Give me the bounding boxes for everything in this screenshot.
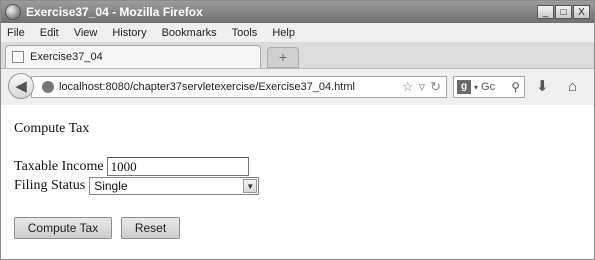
compute-tax-button[interactable]: Compute Tax	[14, 217, 112, 239]
menu-history[interactable]: History	[112, 27, 146, 39]
browser-window: Exercise37_04 - Mozilla Firefox _ □ X Fi…	[0, 0, 595, 260]
globe-icon	[42, 81, 54, 93]
search-engine-dropdown-icon[interactable]: ▾	[474, 83, 478, 92]
income-row: Taxable Income	[14, 157, 249, 176]
search-icon[interactable]: ⚲	[511, 80, 520, 94]
url-text[interactable]: localhost:8080/chapter37servletexercise/…	[59, 81, 402, 93]
menu-view[interactable]: View	[74, 27, 98, 39]
page-title: Compute Tax	[14, 121, 90, 136]
status-label: Filing Status	[14, 178, 86, 193]
reload-icon[interactable]: ↻	[430, 79, 441, 95]
chevron-down-icon[interactable]: ▼	[243, 179, 258, 193]
status-row: Filing Status Single ▼	[14, 177, 260, 195]
filing-status-value: Single	[94, 179, 128, 193]
window-controls: _ □ X	[537, 5, 590, 19]
page-icon	[12, 51, 24, 63]
reset-button[interactable]: Reset	[121, 217, 180, 239]
home-icon[interactable]: ⌂	[568, 78, 577, 96]
download-icon[interactable]: ⬇	[536, 78, 549, 96]
back-button[interactable]: ◀	[8, 73, 34, 99]
menu-file[interactable]: File	[7, 27, 25, 39]
filing-status-select[interactable]: Single ▼	[89, 177, 260, 195]
back-arrow-icon: ◀	[15, 78, 27, 95]
income-label: Taxable Income	[14, 158, 104, 174]
search-engine-icon[interactable]: g	[457, 80, 471, 94]
window-title: Exercise37_04 - Mozilla Firefox	[26, 5, 203, 19]
new-tab-button[interactable]: +	[267, 47, 299, 68]
menu-tools[interactable]: Tools	[232, 27, 258, 39]
tab-exercise37-04[interactable]: Exercise37_04	[5, 45, 261, 68]
tab-title: Exercise37_04	[30, 51, 103, 63]
menu-bar: File Edit View History Bookmarks Tools H…	[1, 23, 594, 42]
dropdown-arrow-icon[interactable]: ▿	[419, 79, 426, 95]
taxable-income-input[interactable]	[106, 157, 249, 176]
menu-bookmarks[interactable]: Bookmarks	[162, 27, 217, 39]
title-bar: Exercise37_04 - Mozilla Firefox _ □ X	[1, 1, 594, 23]
search-box[interactable]: g ▾ Gc ⚲	[453, 76, 525, 98]
menu-help[interactable]: Help	[272, 27, 295, 39]
tab-strip: Exercise37_04 +	[1, 42, 594, 69]
close-button[interactable]: X	[573, 5, 590, 19]
search-input[interactable]: Gc	[481, 81, 511, 93]
url-bar[interactable]: localhost:8080/chapter37servletexercise/…	[31, 76, 447, 98]
navigation-bar: localhost:8080/chapter37servletexercise/…	[1, 69, 594, 106]
menu-edit[interactable]: Edit	[40, 27, 59, 39]
firefox-icon	[5, 4, 21, 20]
page-content: Compute Tax Taxable Income Filing Status…	[1, 105, 594, 259]
maximize-button[interactable]: □	[555, 5, 572, 19]
bookmark-star-icon[interactable]: ☆	[402, 79, 414, 95]
minimize-button[interactable]: _	[537, 5, 554, 19]
